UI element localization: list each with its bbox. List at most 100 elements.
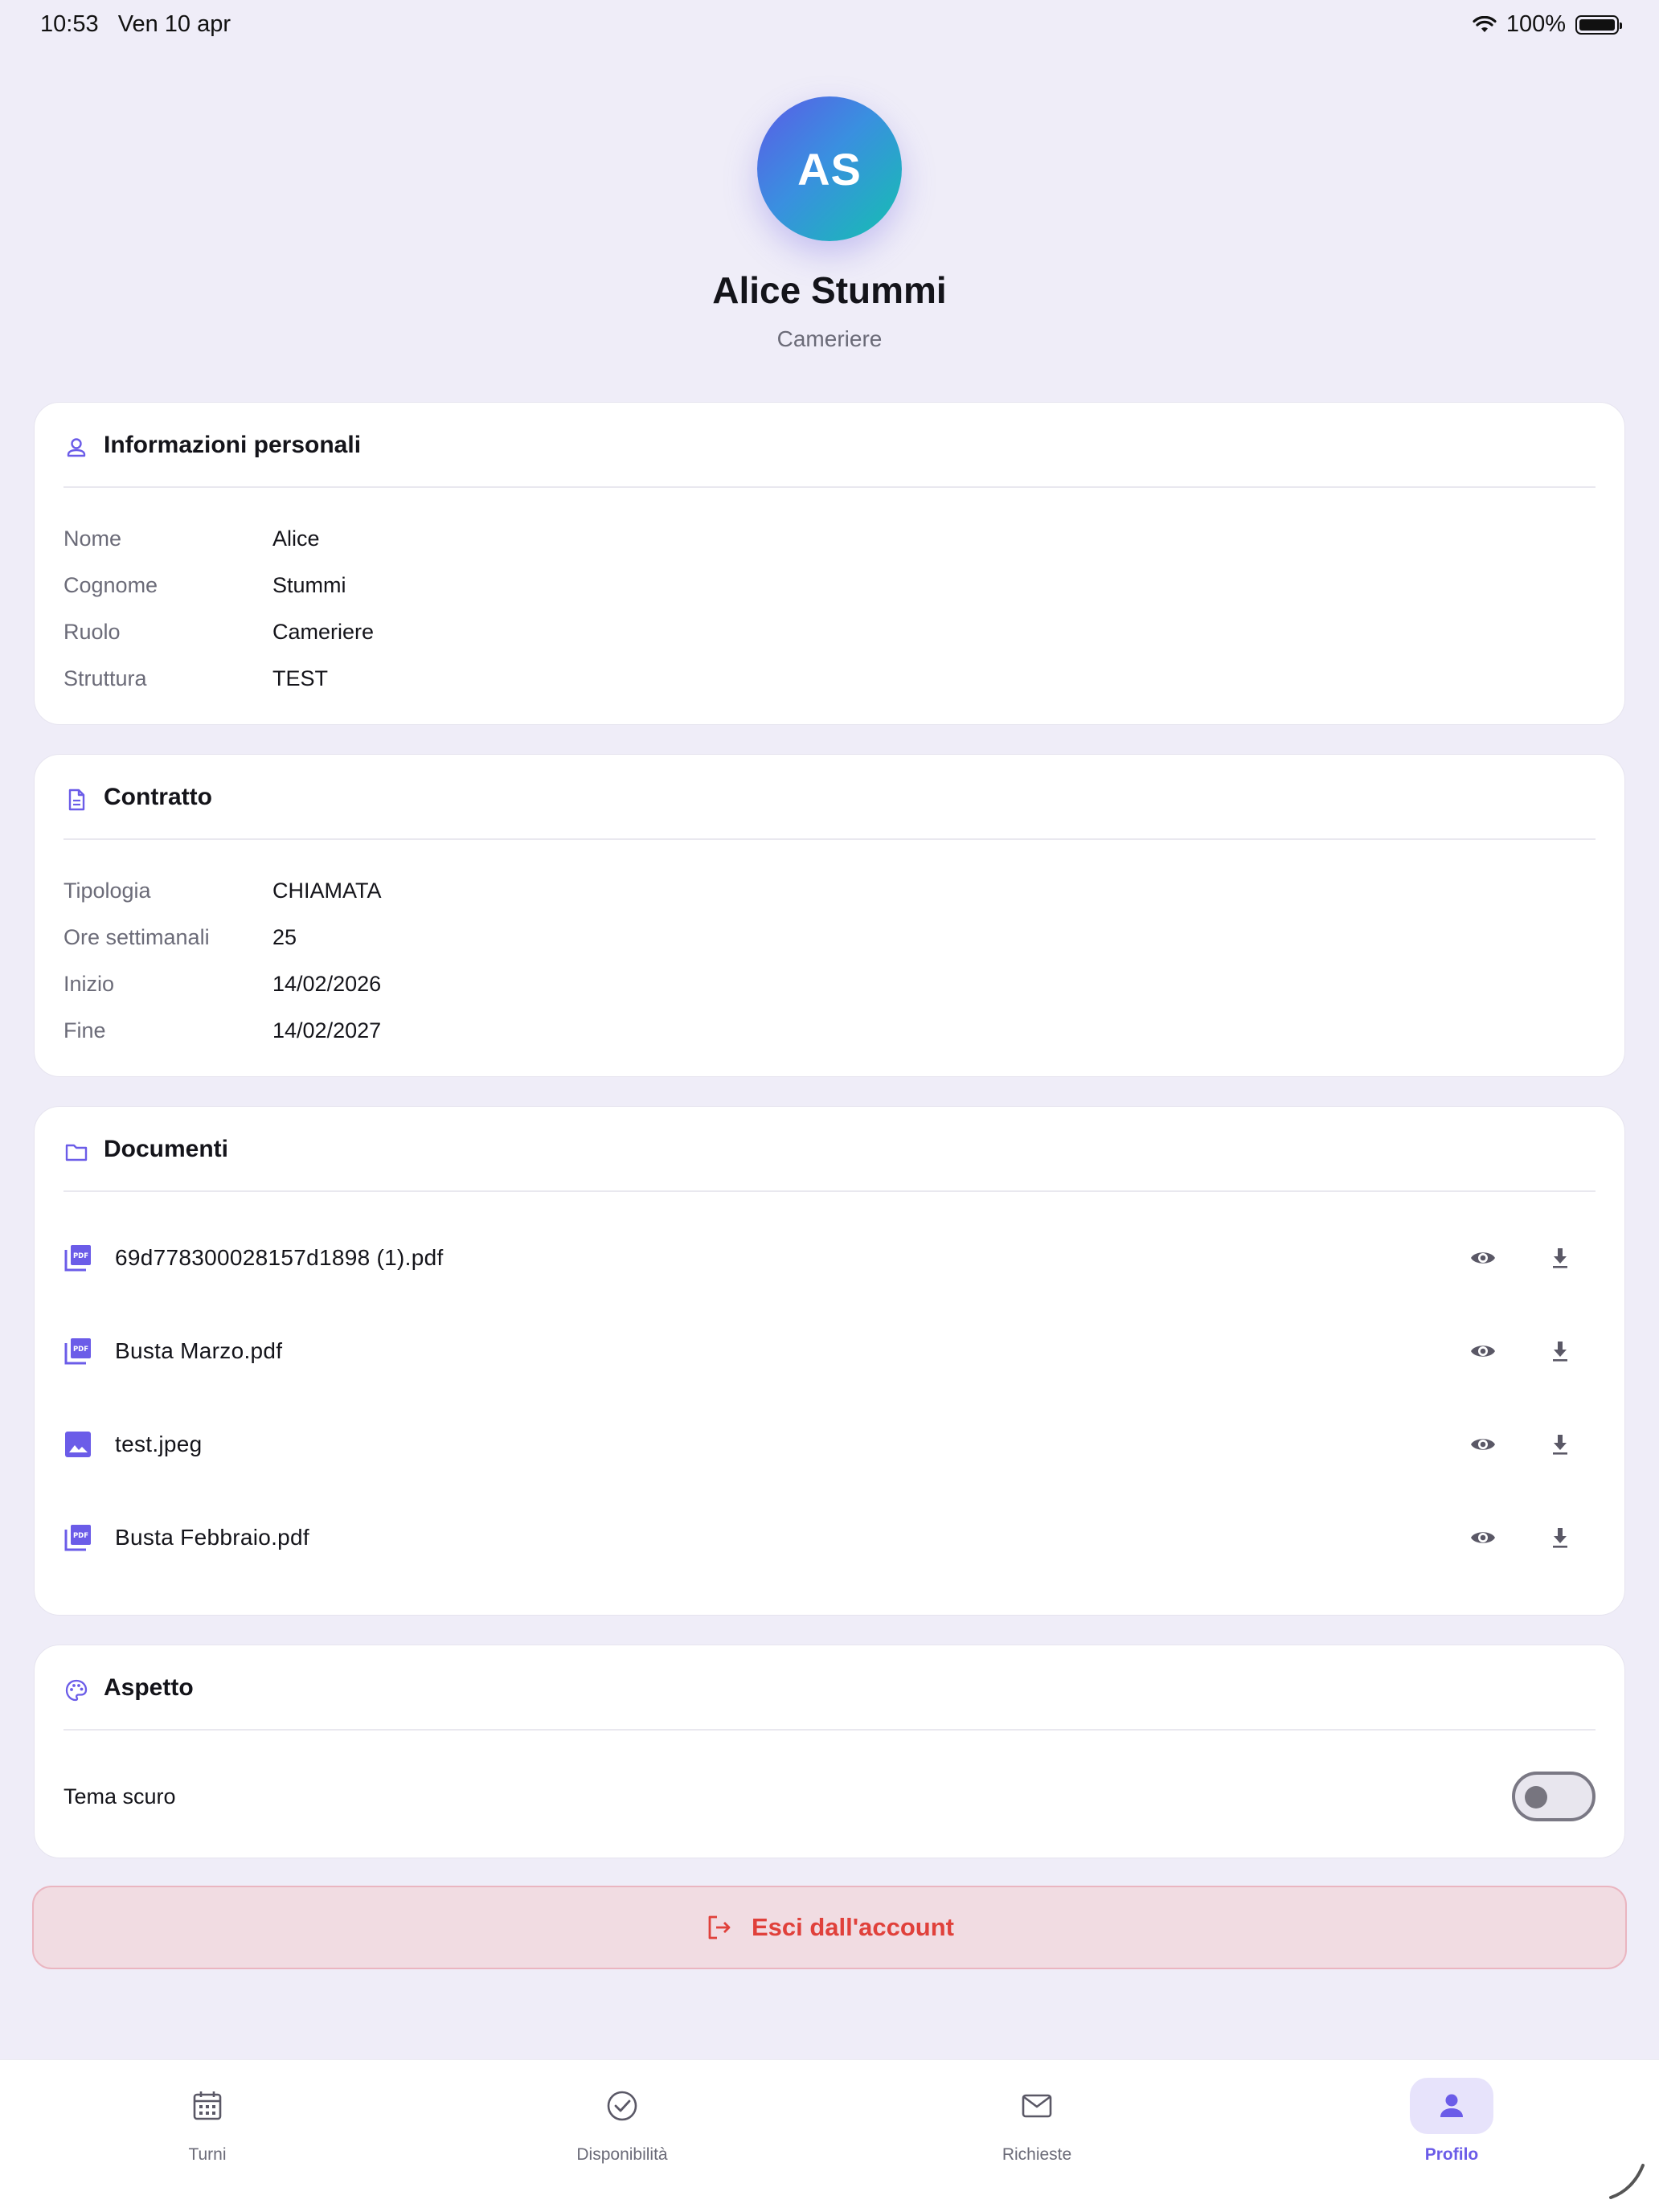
eye-icon bbox=[1471, 1532, 1495, 1543]
logout-button[interactable]: Esci dall'account bbox=[32, 1886, 1627, 1969]
eye-icon bbox=[1471, 1252, 1495, 1264]
person-outline-icon bbox=[67, 438, 86, 457]
eye-icon bbox=[1471, 1439, 1495, 1450]
appearance-card: Aspetto Tema scuro bbox=[34, 1645, 1625, 1858]
info-value: 25 bbox=[272, 924, 297, 949]
info-label: Ore settimanali bbox=[63, 924, 210, 949]
document-icon bbox=[68, 789, 85, 811]
calendar-icon bbox=[193, 2091, 222, 2120]
profile-page: 10:53 Ven 10 apr 100% AS Alice Stummi Ca… bbox=[0, 0, 1659, 2212]
nav-icon-container bbox=[1410, 2078, 1493, 2134]
download-icon bbox=[1553, 1528, 1567, 1548]
status-date: Ven 10 apr bbox=[117, 11, 231, 37]
avatar: AS bbox=[757, 96, 902, 241]
info-value: Cameriere bbox=[272, 619, 375, 644]
profile-name: Alice Stummi bbox=[712, 269, 947, 311]
nav-icon-container bbox=[166, 2078, 249, 2134]
download-icon bbox=[1553, 1248, 1567, 1268]
document-list: PDF 69d778300028157d1898 (1).pdf PDF Bus… bbox=[63, 1211, 1596, 1584]
logout-icon bbox=[708, 1915, 731, 1940]
pdf-icon: PDF bbox=[64, 1338, 91, 1365]
nav-label: Turni bbox=[188, 2145, 227, 2164]
info-value: CHIAMATA bbox=[272, 878, 382, 903]
download-document-button[interactable] bbox=[1538, 1329, 1583, 1374]
info-label: Struttura bbox=[63, 666, 147, 690]
bottom-navigation: Turni Disponibilità Richieste Profilo bbox=[0, 2059, 1659, 2212]
eye-icon bbox=[1471, 1346, 1495, 1357]
download-document-button[interactable] bbox=[1538, 1235, 1583, 1280]
svg-text:PDF: PDF bbox=[73, 1252, 88, 1260]
appearance-title: Aspetto bbox=[104, 1674, 194, 1701]
info-label: Tipologia bbox=[63, 878, 151, 903]
documents-title: Documenti bbox=[104, 1136, 229, 1162]
document-name: 69d778300028157d1898 (1).pdf bbox=[115, 1245, 444, 1270]
contract-row-ore: Ore settimanali 25 bbox=[63, 914, 382, 961]
palette-icon bbox=[65, 1679, 88, 1702]
document-item[interactable]: PDF Busta Febbraio.pdf bbox=[63, 1491, 1596, 1584]
contract-row-inizio: Inizio 14/02/2026 bbox=[63, 961, 382, 1007]
toggle-knob bbox=[1525, 1786, 1547, 1809]
document-item[interactable]: PDF 69d778300028157d1898 (1).pdf bbox=[63, 1211, 1596, 1305]
contract-row-tipologia: Tipologia CHIAMATA bbox=[63, 867, 382, 914]
dark-theme-setting: Tema scuro bbox=[63, 1766, 1596, 1827]
info-label: Cognome bbox=[63, 572, 158, 597]
info-value: TEST bbox=[272, 666, 329, 690]
download-document-button[interactable] bbox=[1538, 1422, 1583, 1467]
wifi-icon bbox=[1473, 15, 1497, 32]
document-name: Busta Febbraio.pdf bbox=[115, 1525, 309, 1550]
info-row-cognome: Cognome Stummi bbox=[63, 562, 374, 608]
appearance-header: Aspetto bbox=[63, 1674, 1596, 1731]
download-document-button[interactable] bbox=[1538, 1515, 1583, 1560]
contract-header: Contratto bbox=[63, 784, 1596, 840]
contract-title: Contratto bbox=[104, 784, 212, 810]
contract-card: Contratto Tipologia CHIAMATA Ore settiman… bbox=[34, 754, 1625, 1077]
contract-row-fine: Fine 14/02/2027 bbox=[63, 1007, 382, 1054]
view-document-button[interactable] bbox=[1460, 1515, 1505, 1560]
dark-theme-toggle[interactable] bbox=[1512, 1772, 1596, 1821]
nav-item-profilo[interactable]: Profilo bbox=[1331, 2060, 1572, 2181]
download-icon bbox=[1553, 1342, 1567, 1362]
logout-label: Esci dall'account bbox=[751, 1913, 954, 1941]
contract-rows: Tipologia CHIAMATA Ore settimanali 25 Iniz… bbox=[63, 867, 382, 1054]
document-name: test.jpeg bbox=[115, 1432, 203, 1456]
info-label: Inizio bbox=[63, 971, 115, 996]
personal-info-title: Informazioni personali bbox=[104, 432, 362, 458]
personal-info-card: Informazioni personali Nome Alice Cognome… bbox=[34, 402, 1625, 725]
nav-label: Richieste bbox=[1002, 2145, 1072, 2164]
document-item[interactable]: test.jpeg bbox=[63, 1398, 1596, 1491]
pdf-icon: PDF bbox=[64, 1245, 91, 1272]
pdf-icon: PDF bbox=[64, 1525, 91, 1551]
profile-role: Cameriere bbox=[776, 326, 883, 351]
mail-icon bbox=[1022, 2094, 1052, 2118]
svg-text:PDF: PDF bbox=[73, 1346, 88, 1354]
battery-percent: 100% bbox=[1505, 11, 1566, 37]
document-item[interactable]: PDF Busta Marzo.pdf bbox=[63, 1305, 1596, 1398]
info-value: Alice bbox=[272, 526, 320, 551]
person-icon bbox=[1440, 2094, 1463, 2117]
nav-item-richieste[interactable]: Richieste bbox=[916, 2060, 1157, 2181]
status-bar: 10:53 Ven 10 apr 100% bbox=[0, 0, 1659, 51]
svg-text:PDF: PDF bbox=[73, 1532, 88, 1540]
status-time: 10:53 bbox=[40, 11, 99, 37]
download-icon bbox=[1553, 1435, 1567, 1455]
info-value: 14/02/2026 bbox=[272, 971, 382, 996]
view-document-button[interactable] bbox=[1460, 1235, 1505, 1280]
avatar-initials: AS bbox=[797, 143, 862, 195]
document-name: Busta Marzo.pdf bbox=[115, 1338, 283, 1363]
view-document-button[interactable] bbox=[1460, 1422, 1505, 1467]
check-circle-icon bbox=[607, 2091, 637, 2121]
nav-item-disponibilita[interactable]: Disponibilità bbox=[502, 2060, 743, 2181]
nav-item-turni[interactable]: Turni bbox=[87, 2060, 328, 2181]
info-label: Nome bbox=[63, 526, 122, 551]
info-row-ruolo: Ruolo Cameriere bbox=[63, 608, 374, 655]
status-right: 100% bbox=[1473, 11, 1622, 38]
documents-card: Documenti PDF 69d778300028157d1898 (1).p… bbox=[34, 1106, 1625, 1616]
info-row-struttura: Struttura TEST bbox=[63, 655, 374, 702]
nav-icon-container bbox=[995, 2078, 1079, 2134]
nav-label: Disponibilità bbox=[576, 2145, 668, 2164]
status-time-date: 10:53 Ven 10 apr bbox=[40, 11, 231, 38]
view-document-button[interactable] bbox=[1460, 1329, 1505, 1374]
info-value: 14/02/2027 bbox=[272, 1018, 382, 1043]
personal-info-header: Informazioni personali bbox=[63, 432, 1596, 488]
nav-icon-container bbox=[580, 2078, 664, 2134]
